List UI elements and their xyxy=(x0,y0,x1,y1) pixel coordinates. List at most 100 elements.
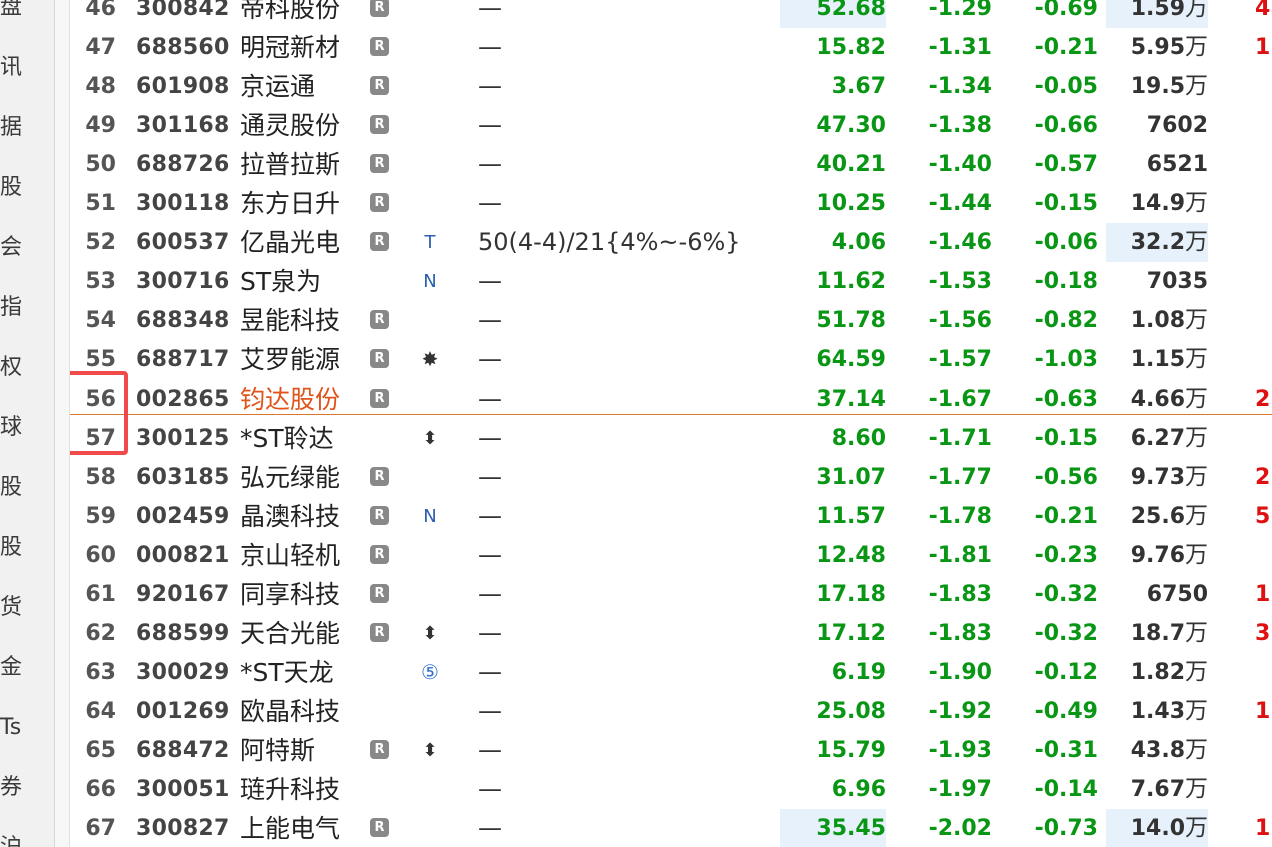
volume-value: 1.15万 xyxy=(1106,340,1208,379)
volume-value: 1.08万 xyxy=(1106,301,1208,340)
change-amount: -0.73 xyxy=(1034,816,1098,841)
row-index: 54 xyxy=(85,308,116,333)
nav-item-label: 讯 xyxy=(0,55,23,80)
note-text: — xyxy=(478,541,502,569)
volume-number: 9.76 xyxy=(1130,543,1185,568)
extra-value: 3 xyxy=(1255,621,1271,646)
note-text: — xyxy=(478,619,502,647)
change-amount: -0.31 xyxy=(1034,738,1098,763)
nav-item[interactable]: 盘 xyxy=(0,0,30,28)
note-text: — xyxy=(478,736,502,764)
table-row[interactable]: 53 300716 ST泉为 N — 11.62 -1.53 -0.18 7035 xyxy=(70,262,1272,301)
volume-value: 25.6万 xyxy=(1106,497,1208,536)
stock-code: 920167 xyxy=(136,582,230,607)
r-badge-icon: R xyxy=(370,193,389,212)
table-row[interactable]: 60 000821 京山轻机 R — 12.48 -1.81 -0.23 9.76万 xyxy=(70,536,1272,575)
note-text: — xyxy=(478,189,502,217)
volume-unit: 万 xyxy=(1185,386,1208,412)
change-amount: -0.32 xyxy=(1034,582,1098,607)
nav-item-label: 股 xyxy=(0,475,23,500)
change-amount: -0.32 xyxy=(1034,621,1098,646)
extra-value: 1 xyxy=(1255,35,1271,60)
change-amount: -0.06 xyxy=(1034,230,1098,255)
stock-name: 东方日升 xyxy=(240,189,341,218)
row-index: 55 xyxy=(85,347,116,372)
volume-unit: 万 xyxy=(1185,190,1208,216)
r-badge-icon: R xyxy=(370,0,389,17)
nav-item[interactable]: 沪 xyxy=(0,828,30,847)
change-percent: -1.90 xyxy=(928,660,992,685)
r-badge-icon: R xyxy=(370,584,389,603)
nav-item[interactable]: 股 xyxy=(0,168,30,208)
table-row[interactable]: 47 688560 明冠新材 R — 15.82 -1.31 -0.21 5.95万 1 xyxy=(70,28,1272,67)
row-index: 62 xyxy=(85,621,116,646)
stock-name: 上能电气 xyxy=(240,814,341,843)
row-index: 47 xyxy=(85,35,116,60)
change-percent: -1.93 xyxy=(928,738,992,763)
volume-value: 19.5万 xyxy=(1106,67,1208,106)
table-row[interactable]: 59 002459 晶澳科技 R N — 11.57 -1.78 -0.21 25.6万 5 xyxy=(70,497,1272,536)
nav-item[interactable]: 据 xyxy=(0,108,30,148)
change-percent: -1.77 xyxy=(928,465,992,490)
table-row[interactable]: 62 688599 天合光能 R ⬍ — 17.12 -1.83 -0.32 18.7万 3 xyxy=(70,614,1272,653)
volume-number: 4.66 xyxy=(1130,387,1185,412)
note-text: — xyxy=(478,111,502,139)
nav-item[interactable]: Ts xyxy=(0,708,30,748)
change-amount: -0.66 xyxy=(1034,113,1098,138)
table-row[interactable]: 67 300827 上能电气 R — 35.45 -2.02 -0.73 14.0万 1 xyxy=(70,809,1272,847)
nav-item[interactable]: 球 xyxy=(0,408,30,448)
table-row[interactable]: 48 601908 京运通 R — 3.67 -1.34 -0.05 19.5万 xyxy=(70,67,1272,106)
change-percent: -1.29 xyxy=(928,0,992,21)
table-row[interactable]: 55 688717 艾罗能源 R ✸ — 64.59 -1.57 -1.03 1.15万 xyxy=(70,340,1272,379)
nav-item-label: 指 xyxy=(0,295,23,320)
nav-item[interactable]: 金 xyxy=(0,648,30,688)
table-row[interactable]: 65 688472 阿特斯 R ⬍ — 15.79 -1.93 -0.31 43.8万 xyxy=(70,731,1272,770)
nav-item[interactable]: 股 xyxy=(0,528,30,568)
table-row[interactable]: 52 600537 亿晶光电 R T 50(4-4)/21{4%~-6%} 4.06 -1.4… xyxy=(70,223,1272,262)
note-text: — xyxy=(478,150,502,178)
table-row[interactable]: 57 300125 *ST聆达 ⬍ — 8.60 -1.71 -0.15 6.27万 xyxy=(70,419,1272,458)
row-index: 52 xyxy=(85,230,116,255)
table-row[interactable]: 58 603185 弘元绿能 R — 31.07 -1.77 -0.56 9.73万 2 xyxy=(70,458,1272,497)
change-percent: -1.31 xyxy=(928,35,992,60)
circled-five-icon: ⑤ xyxy=(421,660,439,684)
volume-unit: 万 xyxy=(1185,425,1208,451)
change-amount: -0.69 xyxy=(1034,0,1098,21)
change-percent: -1.97 xyxy=(928,777,992,802)
nav-item[interactable]: 权 xyxy=(0,348,30,388)
volume-number: 19.5 xyxy=(1130,74,1185,99)
volume-number: 1.82 xyxy=(1130,660,1185,685)
note-text: — xyxy=(478,267,502,295)
stock-code: 688726 xyxy=(136,152,230,177)
table-row[interactable]: 61 920167 同享科技 R — 17.18 -1.83 -0.32 6750 1 xyxy=(70,575,1272,614)
nav-item[interactable]: 股 xyxy=(0,468,30,508)
stock-code: 688472 xyxy=(136,738,230,763)
price-value: 15.82 xyxy=(816,35,886,60)
table-row[interactable]: 46 300842 帝科股份 R — 52.68 -1.29 -0.69 1.59万 45 xyxy=(70,0,1272,28)
table-row[interactable]: 63 300029 *ST天龙 ⑤ — 6.19 -1.90 -0.12 1.82万 xyxy=(70,653,1272,692)
row-index: 61 xyxy=(85,582,116,607)
nav-item[interactable]: 货 xyxy=(0,588,30,628)
left-nav: 盘讯据股会指权球股股货金Ts券沪 xyxy=(0,0,55,847)
nav-item[interactable]: 会 xyxy=(0,228,30,268)
change-percent: -1.57 xyxy=(928,347,992,372)
volume-value: 6750 xyxy=(1106,575,1208,614)
row-index: 58 xyxy=(85,465,116,490)
change-amount: -0.14 xyxy=(1034,777,1098,802)
nav-item[interactable]: 讯 xyxy=(0,48,30,88)
note-text: — xyxy=(478,33,502,61)
volume-number: 18.7 xyxy=(1130,621,1185,646)
table-row[interactable]: 66 300051 琏升科技 — 6.96 -1.97 -0.14 7.67万 xyxy=(70,770,1272,809)
change-percent: -1.46 xyxy=(928,230,992,255)
table-row[interactable]: 64 001269 欧晶科技 — 25.08 -1.92 -0.49 1.43万 1 xyxy=(70,692,1272,731)
table-row[interactable]: 49 301168 通灵股份 R — 47.30 -1.38 -0.66 7602 xyxy=(70,106,1272,145)
nav-item[interactable]: 指 xyxy=(0,288,30,328)
volume-unit: 万 xyxy=(1185,229,1208,255)
table-row[interactable]: 54 688348 昱能科技 R — 51.78 -1.56 -0.82 1.08万 xyxy=(70,301,1272,340)
stock-table: 67 300827 上能电气 R —35.45 -2.02 -0.73 14.0万 1 66 300… xyxy=(70,0,1272,847)
table-row[interactable]: 51 300118 东方日升 R — 10.25 -1.44 -0.15 14.9万 xyxy=(70,184,1272,223)
table-row[interactable]: 50 688726 拉普拉斯 R — 40.21 -1.40 -0.57 6521 xyxy=(70,145,1272,184)
nav-item[interactable]: 券 xyxy=(0,768,30,808)
change-percent: -1.56 xyxy=(928,308,992,333)
volume-unit: 万 xyxy=(1185,307,1208,333)
